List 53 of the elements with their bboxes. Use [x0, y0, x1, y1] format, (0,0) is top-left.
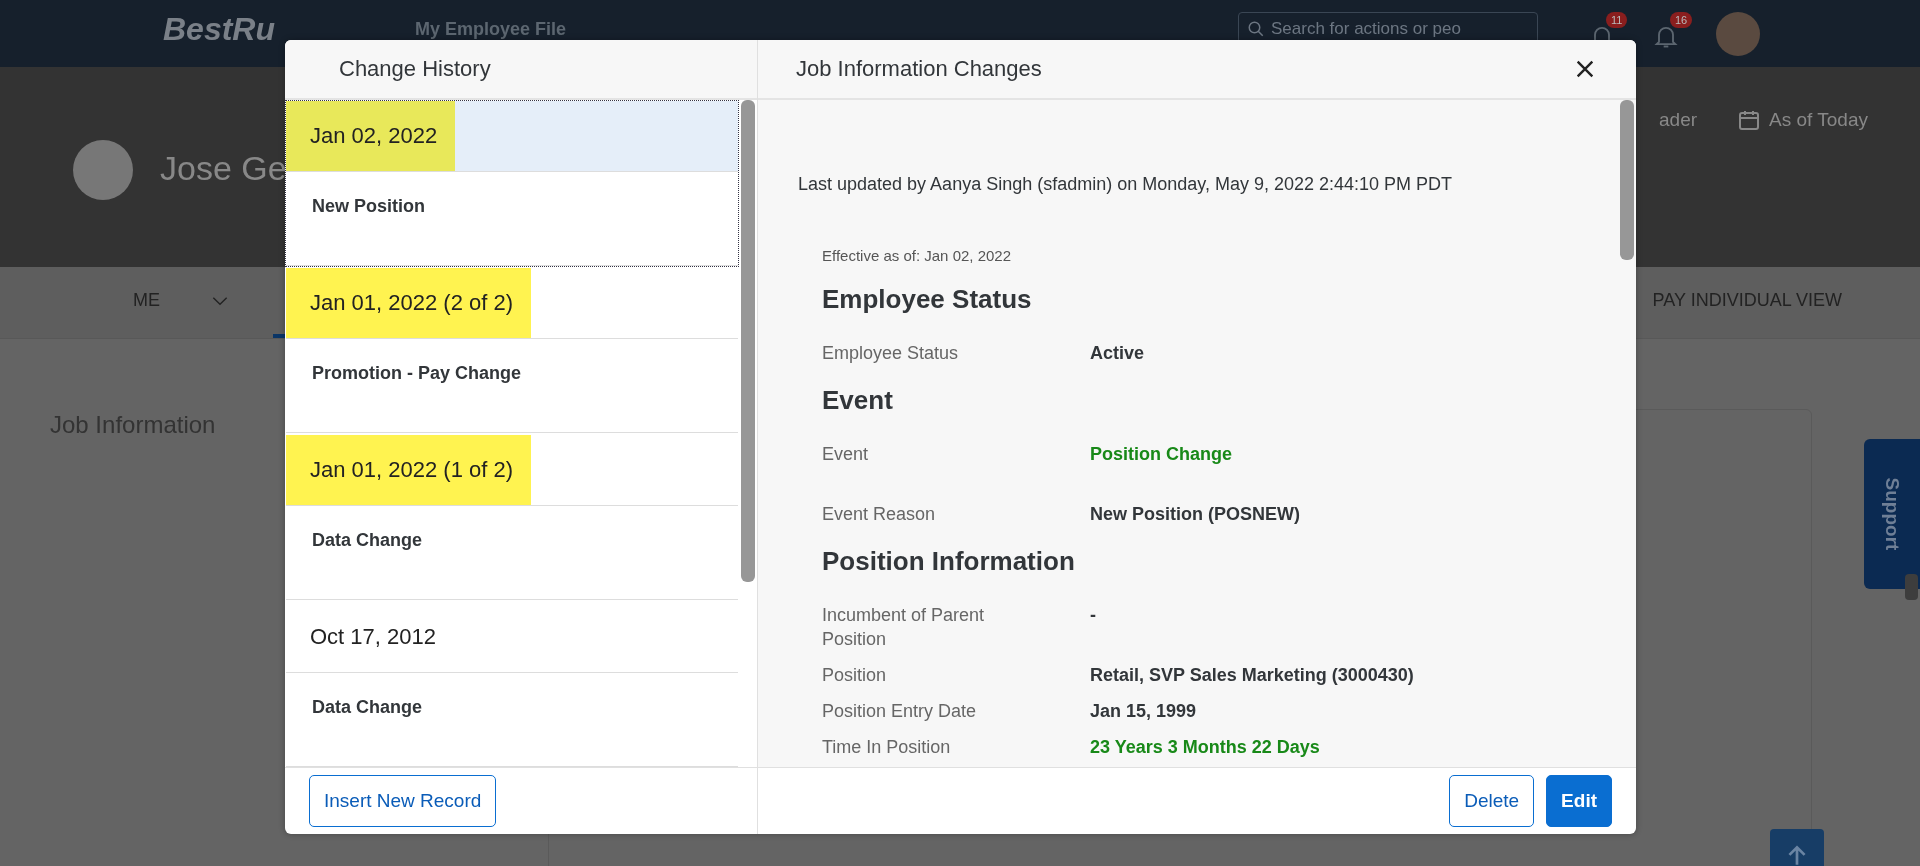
section-heading: Employee Status	[822, 284, 1033, 315]
profile-photo-placeholder	[73, 140, 133, 200]
entry-date: Jan 01, 2022 (1 of 2)	[286, 435, 532, 505]
entry-event: Data Change	[312, 697, 423, 718]
scrollbar-thumb[interactable]	[1620, 100, 1634, 260]
search-icon	[1247, 20, 1265, 38]
field-label: Event	[822, 443, 870, 466]
close-button[interactable]	[1574, 58, 1596, 80]
page-menu[interactable]: My Employee File	[415, 14, 567, 44]
field-label: Incumbent of Parent Position	[822, 604, 986, 651]
support-tab[interactable]: Support	[1864, 439, 1920, 589]
entry-date: Oct 17, 2012	[309, 623, 437, 651]
company-logo: BestRu	[163, 12, 275, 46]
last-updated-text: Last updated by Aanya Singh (sfadmin) on Monday, May 9, 2022 2:44:10 PM PDT	[798, 174, 1454, 195]
field-value: 23 Years 3 Months 22 Days	[1090, 736, 1321, 759]
field-value: Active	[1090, 342, 1146, 365]
entry-event: New Position	[312, 196, 425, 217]
scrollbar-thumb[interactable]	[1905, 574, 1918, 600]
history-entry[interactable]: Jan 01, 2022 (2 of 2) Promotion - Pay Change	[285, 267, 739, 434]
field-label: Time In Position	[822, 736, 952, 759]
employee-name: Jose Ge	[160, 148, 288, 189]
close-icon	[1574, 58, 1596, 80]
history-entry[interactable]: Jan 01, 2022 (1 of 2) Data Change	[285, 434, 739, 601]
user-avatar[interactable]	[1716, 12, 1760, 56]
dialog-title: Job Information Changes	[796, 56, 1042, 82]
section-heading: Event	[822, 385, 894, 416]
field-value: New Position (POSNEW)	[1090, 503, 1301, 526]
history-entry[interactable]: Oct 17, 2012 Data Change	[285, 601, 739, 767]
scrollbar-thumb[interactable]	[741, 100, 755, 582]
field-value: Jan 15, 1999	[1090, 700, 1198, 723]
count-badge: 16	[1670, 12, 1693, 28]
history-entry[interactable]: Jan 02, 2022 New Position	[285, 100, 739, 267]
field-label: Event Reason	[822, 503, 937, 526]
effective-date-text: Effective as of: Jan 02, 2022	[822, 247, 1013, 264]
entry-date: Jan 01, 2022 (2 of 2)	[286, 268, 532, 338]
entry-event: Data Change	[312, 530, 423, 551]
field-value: Position Change	[1090, 443, 1233, 466]
entry-date: Jan 02, 2022	[286, 101, 456, 171]
field-label: Position	[822, 664, 888, 687]
delete-button[interactable]: Delete	[1449, 775, 1535, 827]
field-value: -	[1090, 604, 1097, 627]
insert-record-button[interactable]: Insert New Record	[309, 775, 497, 827]
pane-title: Change History	[339, 56, 491, 82]
field-label: Position Entry Date	[822, 700, 978, 723]
edit-button[interactable]: Edit	[1546, 775, 1612, 827]
date-selector[interactable]: As of Today	[1737, 108, 1868, 132]
count-badge: 11	[1606, 12, 1628, 28]
field-label: Employee Status	[822, 342, 960, 365]
entry-event: Promotion - Pay Change	[312, 363, 522, 384]
header-link[interactable]: ader	[1659, 109, 1698, 131]
field-value: Retail, SVP Sales Marketing (3000430)	[1090, 664, 1415, 687]
calendar-icon	[1737, 108, 1762, 132]
section-heading: Position Information	[822, 546, 1076, 577]
